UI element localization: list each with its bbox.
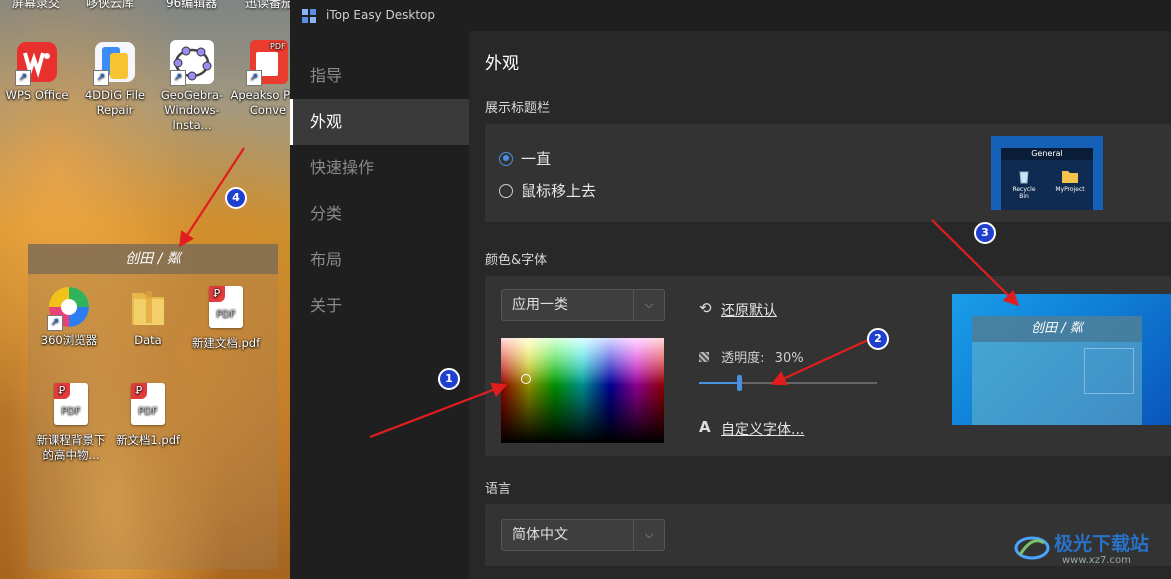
folder-icon	[124, 283, 172, 331]
watermark: 极光下载站 www.xz7.com	[1014, 527, 1169, 575]
sidebar-item-quick-actions[interactable]: 快速操作	[290, 145, 469, 191]
desktop-icon-data-folder[interactable]: Data	[109, 283, 187, 348]
desktop-icon-apeaksoft[interactable]: PDF ↗ Apeakso PDF Conve	[229, 38, 290, 118]
titlebar-preview: General Recycle Bin MyProject	[991, 136, 1103, 210]
titlebar-panel: 一直 鼠标移上去 General Recycle Bin MyProject	[485, 124, 1171, 222]
chevron-down-icon: ⌵	[633, 520, 664, 550]
refresh-icon: ⟲	[699, 299, 712, 317]
color-font-panel: 应用一类 ⌵ ⟲ 还原默认 透明度: 30% A 自定义字体... 创田 / 粼	[485, 276, 1171, 456]
fence-style-preview: 创田 / 粼	[952, 294, 1171, 425]
pdf-icon: Ꝑ PDF	[47, 383, 95, 431]
annotation-badge-3: 3	[974, 222, 996, 244]
section-heading-language: 语言	[485, 482, 512, 497]
sidebar-item-about[interactable]: 关于	[290, 283, 469, 329]
radio-always[interactable]: 一直	[499, 148, 551, 169]
section-heading-color-font: 颜色&字体	[485, 253, 548, 268]
preview-recycle-bin: Recycle Bin	[1009, 168, 1039, 200]
opacity-icon	[699, 352, 709, 362]
desktop-icon-4ddig[interactable]: ↗ 4DDiG File Repair	[76, 38, 154, 118]
settings-content: 外观 展示标题栏 一直 鼠标移上去 General Recycle Bin My…	[469, 31, 1171, 579]
radio-button-selected[interactable]	[499, 151, 513, 166]
watermark-url: www.xz7.com	[1062, 555, 1131, 566]
radio-button[interactable]	[499, 183, 513, 198]
apeaksoft-pdf-icon: PDF ↗	[244, 38, 290, 86]
desktop-icon-pdf[interactable]: Ꝑ PDF 新建文档.pdf	[187, 283, 265, 351]
pdf-icon: Ꝑ PDF	[124, 383, 172, 431]
language-dropdown[interactable]: 简体中文 ⌵	[501, 519, 665, 551]
color-scheme-dropdown[interactable]: 应用一类 ⌵	[501, 289, 665, 321]
annotation-badge-1: 1	[438, 368, 460, 390]
wps-office-icon: ↗	[13, 38, 61, 86]
preview-myproject: MyProject	[1053, 168, 1087, 193]
preview-fence-title: 创田 / 粼	[972, 316, 1142, 342]
desktop-background: 屏幕录交 哆侠云库 96编辑器 迅读番茄 ↗ WPS Office ↗ 4DDi…	[0, 0, 290, 579]
window-titlebar[interactable]: iTop Easy Desktop	[290, 0, 1171, 31]
folder-icon	[1062, 171, 1078, 183]
desktop-top-label: 屏幕录交	[12, 0, 61, 10]
pdf-icon: Ꝑ PDF	[202, 286, 250, 334]
opacity-slider-thumb[interactable]	[737, 375, 742, 391]
opacity-label: 透明度: 30%	[699, 347, 804, 366]
opacity-value: 30%	[774, 351, 804, 366]
desktop-icon-geogebra[interactable]: ↗ GeoGebra-Windows-Insta...	[153, 38, 231, 133]
fence-title[interactable]: 创田 / 粼	[28, 244, 278, 274]
window-title: iTop Easy Desktop	[326, 8, 435, 22]
annotation-badge-4: 4	[225, 187, 247, 209]
sidebar-item-categories[interactable]: 分类	[290, 191, 469, 237]
font-icon: A	[699, 418, 711, 436]
page-title: 外观	[485, 54, 519, 74]
desktop-top-label: 96编辑器	[166, 0, 218, 10]
360-browser-icon: ↗	[45, 283, 93, 331]
color-picker-handle[interactable]	[521, 374, 531, 384]
annotation-badge-2: 2	[867, 328, 889, 350]
sidebar-item-layout[interactable]: 布局	[290, 237, 469, 283]
4ddig-icon: ↗	[91, 38, 139, 86]
svg-text:PDF: PDF	[270, 42, 286, 51]
desktop-top-label: 哆侠云库	[86, 0, 135, 10]
radio-hover[interactable]: 鼠标移上去	[499, 180, 596, 201]
chevron-down-icon: ⌵	[633, 290, 664, 320]
desktop-icon-wps[interactable]: ↗ WPS Office	[0, 38, 76, 103]
desktop-icon-pdf[interactable]: Ꝑ PDF 新课程背景下的高中物...	[32, 380, 110, 463]
desktop-icon-360[interactable]: ↗ 360浏览器	[30, 283, 108, 348]
preview-fence-title: General	[1001, 148, 1093, 160]
desktop-top-label: 迅读番茄	[245, 0, 290, 10]
recycle-bin-icon	[1019, 171, 1029, 184]
sidebar-item-guide[interactable]: 指导	[290, 53, 469, 99]
geogebra-icon: ↗	[168, 38, 216, 86]
settings-sidebar: 指导 外观 快速操作 分类 布局 关于	[290, 31, 469, 579]
section-heading-titlebar: 展示标题栏	[485, 101, 551, 116]
watermark-logo-icon	[1014, 536, 1050, 560]
color-picker[interactable]	[501, 338, 664, 443]
app-logo-icon	[302, 9, 316, 23]
desktop-icon-pdf[interactable]: Ꝑ PDF 新文档1.pdf	[109, 380, 187, 448]
sidebar-item-appearance[interactable]: 外观	[290, 99, 469, 145]
watermark-text: 极光下载站	[1054, 533, 1150, 555]
opacity-slider[interactable]	[699, 375, 877, 391]
windows-logo-icon	[1084, 348, 1134, 394]
